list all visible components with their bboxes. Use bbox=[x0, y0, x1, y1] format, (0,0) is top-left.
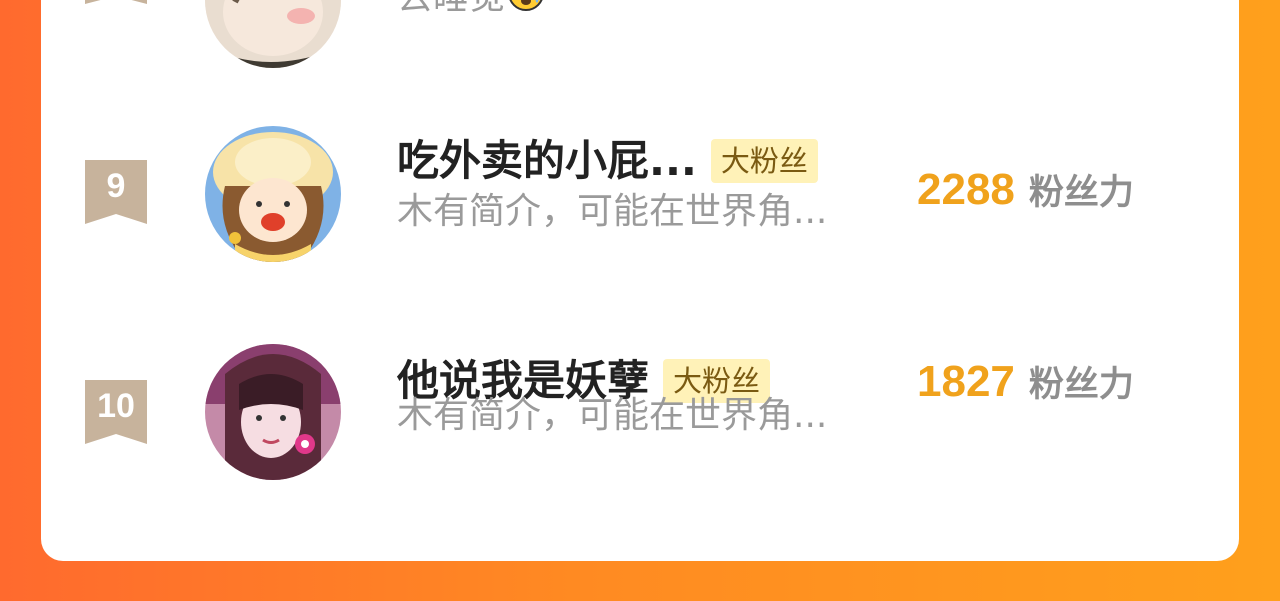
score-unit: 粉丝力 bbox=[1028, 365, 1134, 405]
rank-number: 10 bbox=[97, 387, 135, 425]
score-value: 1827 bbox=[917, 357, 1015, 406]
user-intro: 去睡觉 bbox=[397, 0, 545, 23]
sleepy-emoji-icon bbox=[507, 0, 545, 23]
list-item[interactable]: 9 吃外卖的小屁... 大粉丝 木有简介，可能在世界角... 2288 粉丝力 bbox=[41, 120, 1239, 270]
avatar[interactable] bbox=[205, 126, 341, 262]
name-line: 吃外卖的小屁... 大粉丝 bbox=[397, 134, 818, 188]
list-item[interactable]: 去睡觉 bbox=[41, 0, 1239, 68]
avatar[interactable] bbox=[205, 344, 341, 480]
user-intro: 木有简介，可能在世界角... bbox=[397, 191, 828, 232]
score-unit: 粉丝力 bbox=[1028, 173, 1134, 213]
user-name[interactable]: 吃外卖的小屁... bbox=[397, 134, 697, 188]
rank-badge: 10 bbox=[85, 380, 147, 444]
fan-level-tag: 大粉丝 bbox=[710, 139, 818, 183]
fan-ranking-card: 去睡觉 9 bbox=[41, 0, 1239, 561]
rank-badge bbox=[85, 0, 147, 34]
avatar[interactable] bbox=[205, 0, 341, 68]
list-item[interactable]: 10 他说我是妖孽 大粉丝 木有简介，可能在世界角... 1827 粉丝力 bbox=[41, 338, 1239, 488]
rank-badge: 9 bbox=[85, 160, 147, 224]
rank-number: 9 bbox=[106, 167, 126, 205]
fan-power-score: 1827 粉丝力 bbox=[917, 354, 1134, 410]
user-intro: 木有简介，可能在世界角... bbox=[397, 395, 828, 436]
score-value: 2288 bbox=[917, 165, 1015, 214]
fan-power-score: 2288 粉丝力 bbox=[917, 162, 1134, 218]
